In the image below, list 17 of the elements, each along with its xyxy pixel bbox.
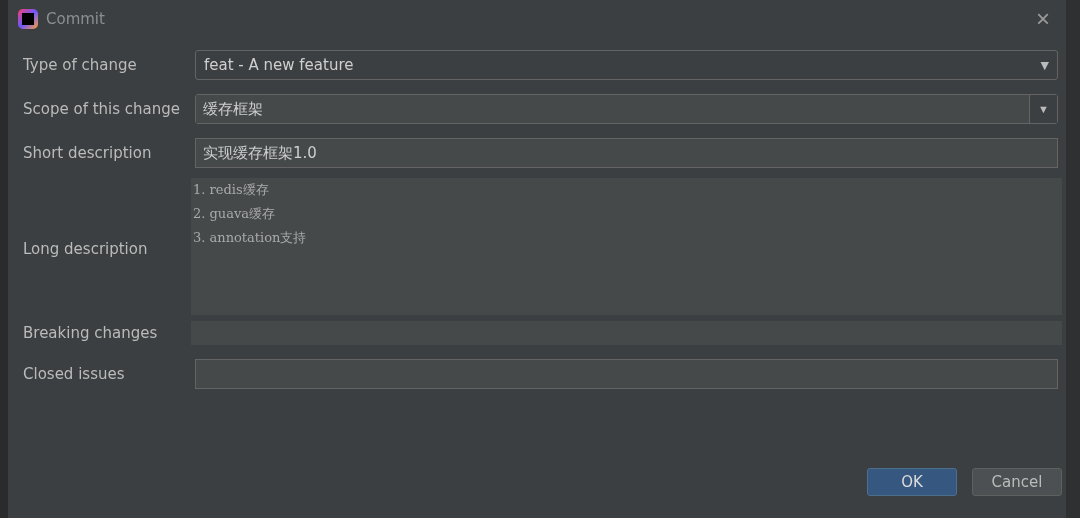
- cancel-button[interactable]: Cancel: [972, 468, 1062, 496]
- field-label: Scope of this change: [23, 100, 182, 118]
- ok-button[interactable]: OK: [867, 468, 957, 496]
- text-area[interactable]: 1. redis缓存 2. guava缓存 3. annotation支持: [191, 178, 1062, 315]
- app-icon: [18, 9, 38, 29]
- input-field[interactable]: 实现缓存框架1.0: [195, 138, 1058, 168]
- field-label: Type of change: [23, 56, 138, 74]
- field-label: Closed issues: [23, 365, 126, 383]
- window-title: Commit: [46, 10, 105, 28]
- text-line: 1. redis缓存: [193, 181, 270, 199]
- field-label: Breaking changes: [23, 324, 159, 342]
- text-line: 2. guava缓存: [193, 205, 277, 223]
- text-line: 3. annotation支持: [193, 229, 308, 247]
- field-label: Long description: [23, 239, 149, 258]
- close-button[interactable]: ×: [1032, 7, 1054, 31]
- dropdown[interactable]: feat - A new feature ▼: [195, 50, 1058, 80]
- field-label: Short description: [23, 144, 153, 162]
